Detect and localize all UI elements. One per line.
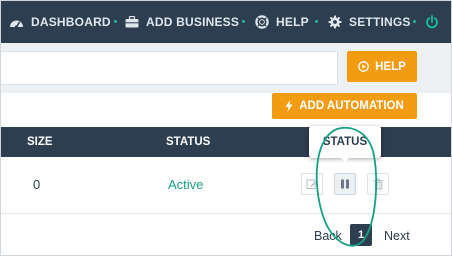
trash-icon <box>373 178 383 190</box>
nav-separator <box>242 20 245 23</box>
nav-add-business-label: ADD BUSINESS <box>146 15 240 29</box>
pause-button[interactable] <box>334 173 356 195</box>
help-button-label: HELP <box>375 60 406 73</box>
nav-separator <box>315 20 318 23</box>
help-button[interactable]: HELP <box>347 51 417 82</box>
add-automation-label: ADD AUTOMATION <box>299 100 404 112</box>
power-button[interactable] <box>425 1 446 43</box>
status-tooltip: STATUS <box>309 126 381 158</box>
lifebuoy-icon <box>255 15 269 29</box>
gear-icon <box>328 15 342 29</box>
nav-settings-label: SETTINGS <box>349 15 411 29</box>
delete-button[interactable] <box>367 173 389 195</box>
add-automation-button[interactable]: ADD AUTOMATION <box>272 93 417 119</box>
size-cell: 0 <box>33 177 41 192</box>
nav-help[interactable]: HELP <box>255 1 309 43</box>
nav-add-business[interactable]: ADD BUSINESS <box>125 1 239 43</box>
tooltip-arrow <box>339 156 351 162</box>
nav-help-label: HELP <box>276 15 309 29</box>
nav-separator <box>413 20 416 23</box>
top-nav: DASHBOARD ADD BUSINESS HELP SETTINGS <box>1 1 451 43</box>
edit-button[interactable] <box>301 173 323 195</box>
pagination-back[interactable]: Back <box>314 229 342 243</box>
pagination-current-page[interactable]: 1 <box>350 224 372 246</box>
bolt-icon <box>285 100 293 112</box>
nav-settings[interactable]: SETTINGS <box>328 1 411 43</box>
status-cell: Active <box>168 177 204 192</box>
nav-dashboard[interactable]: DASHBOARD <box>9 1 111 43</box>
edit-icon <box>306 179 318 189</box>
pagination-next[interactable]: Next <box>384 229 410 243</box>
power-icon <box>426 15 438 29</box>
nav-dashboard-label: DASHBOARD <box>31 15 111 29</box>
help-search-field[interactable] <box>1 51 338 85</box>
column-header-status[interactable]: STATUS <box>166 127 210 157</box>
column-header-size[interactable]: SIZE <box>27 127 53 157</box>
nav-separator <box>114 20 117 23</box>
briefcase-icon <box>125 16 139 28</box>
dashboard-icon <box>10 20 23 29</box>
pause-icon <box>341 179 349 189</box>
play-circle-icon <box>358 61 370 72</box>
table-header <box>1 127 451 157</box>
app-frame: DASHBOARD ADD BUSINESS HELP SETTINGS HEL… <box>0 0 452 256</box>
